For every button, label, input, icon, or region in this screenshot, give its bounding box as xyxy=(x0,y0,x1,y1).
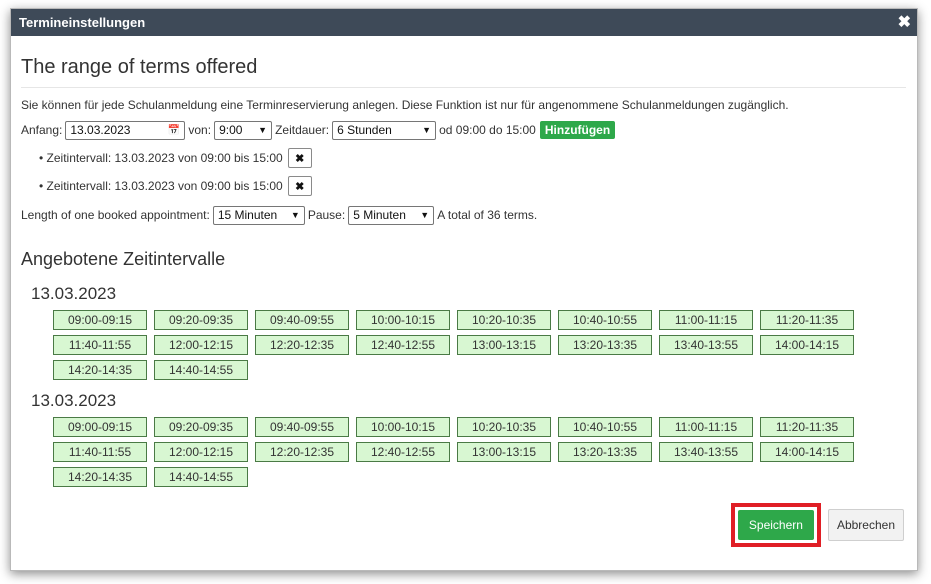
slot-list: 09:00-09:15 09:20-09:35 09:40-09:55 10:00-1… xyxy=(53,310,873,385)
time-slot[interactable]: 09:40-09:55 xyxy=(255,310,349,330)
delete-icon: ✖ xyxy=(295,180,305,193)
chevron-down-icon: ▼ xyxy=(422,125,432,135)
pause-label: Pause: xyxy=(307,208,346,222)
length-label: Length of one booked appointment: xyxy=(21,208,210,222)
time-slot[interactable]: 11:20-11:35 xyxy=(760,310,854,330)
delete-icon: ✖ xyxy=(295,152,305,165)
date-group-heading: 13.03.2023 xyxy=(31,391,117,410)
time-slot[interactable]: 10:20-10:35 xyxy=(457,417,551,437)
time-slot[interactable]: 10:00-10:15 xyxy=(356,417,450,437)
time-slot[interactable]: 14:20-14:35 xyxy=(53,360,147,380)
length-select[interactable]: 15 Minuten ▼ xyxy=(212,205,305,225)
pause-value: 5 Minuten xyxy=(353,208,406,222)
time-slot[interactable]: 14:20-14:35 xyxy=(53,467,147,487)
slot-list: 09:00-09:15 09:20-09:35 09:40-09:55 10:00-1… xyxy=(53,417,873,492)
dialog-content: The range of terms offered Sie können fü… xyxy=(11,36,917,571)
description-text: Sie können für jede Schulanmeldung eine … xyxy=(21,98,789,112)
time-slot[interactable]: 12:40-12:55 xyxy=(356,442,450,462)
calendar-icon[interactable]: 📅 xyxy=(168,125,180,136)
duration-label: Zeitdauer: xyxy=(275,123,330,137)
pause-select[interactable]: 5 Minuten ▼ xyxy=(348,205,435,225)
time-slot[interactable]: 14:40-14:55 xyxy=(154,467,248,487)
chevron-down-icon: ▼ xyxy=(420,210,430,220)
save-highlight: Speichern xyxy=(730,503,821,547)
time-slot[interactable]: 12:00-12:15 xyxy=(154,335,248,355)
time-slot[interactable]: 09:20-09:35 xyxy=(154,417,248,437)
date-group-heading: 13.03.2023 xyxy=(31,284,117,303)
time-slot[interactable]: 10:20-10:35 xyxy=(457,310,551,330)
cancel-button[interactable]: Abbrechen xyxy=(827,509,904,541)
duration-select[interactable]: 6 Stunden ▼ xyxy=(332,120,437,140)
time-slot[interactable]: 12:40-12:55 xyxy=(356,335,450,355)
start-date-input[interactable]: 13.03.2023 📅 xyxy=(65,120,186,140)
time-slot[interactable]: 10:40-10:55 xyxy=(558,310,652,330)
add-interval-button[interactable]: Hinzufügen xyxy=(539,121,616,139)
time-slot[interactable]: 11:20-11:35 xyxy=(760,417,854,437)
save-button[interactable]: Speichern xyxy=(737,510,814,540)
time-slot[interactable]: 12:20-12:35 xyxy=(255,335,349,355)
time-slot[interactable]: 14:00-14:15 xyxy=(760,335,854,355)
close-icon[interactable]: ✖ xyxy=(898,9,911,36)
time-slot[interactable]: 09:00-09:15 xyxy=(53,310,147,330)
chevron-down-icon: ▼ xyxy=(258,125,268,135)
time-slot[interactable]: 09:00-09:15 xyxy=(53,417,147,437)
time-slot[interactable]: 10:00-10:15 xyxy=(356,310,450,330)
time-slot[interactable]: 09:40-09:55 xyxy=(255,417,349,437)
appointment-settings-dialog: Termineinstellungen ✖ The range of terms… xyxy=(10,8,918,571)
time-slot[interactable]: 12:00-12:15 xyxy=(154,442,248,462)
interval-form-row: Anfang: 13.03.2023 📅 von: 9:00 ▼ Zeitdau… xyxy=(21,120,906,140)
range-text: od 09:00 do 15:00 xyxy=(439,123,536,137)
total-terms-text: A total of 36 terms. xyxy=(437,208,538,222)
time-slot[interactable]: 12:20-12:35 xyxy=(255,442,349,462)
delete-interval-button[interactable]: ✖ xyxy=(287,176,312,196)
start-date-value: 13.03.2023 xyxy=(70,123,131,137)
length-value: 15 Minuten xyxy=(217,208,278,222)
dialog-titlebar: Termineinstellungen ✖ xyxy=(11,9,917,36)
time-slot[interactable]: 11:40-11:55 xyxy=(53,442,147,462)
from-time-value: 9:00 xyxy=(219,123,243,137)
dialog-title: Termineinstellungen xyxy=(19,15,146,30)
time-slot[interactable]: 11:00-11:15 xyxy=(659,310,753,330)
from-time-select[interactable]: 9:00 ▼ xyxy=(214,120,273,140)
page-title: The range of terms offered xyxy=(21,36,906,88)
time-slot[interactable]: 13:00-13:15 xyxy=(457,335,551,355)
time-slot[interactable]: 09:20-09:35 xyxy=(154,310,248,330)
time-slot[interactable]: 11:00-11:15 xyxy=(659,417,753,437)
start-label: Anfang: xyxy=(21,123,63,137)
time-slot[interactable]: 14:00-14:15 xyxy=(760,442,854,462)
delete-interval-button[interactable]: ✖ xyxy=(287,148,312,168)
offered-intervals-heading: Angebotene Zeitintervalle xyxy=(21,249,226,269)
time-slot[interactable]: 13:20-13:35 xyxy=(558,335,652,355)
interval-item: • Zeitintervall: 13.03.2023 von 09:00 bi… xyxy=(39,175,906,197)
chevron-down-icon: ▼ xyxy=(290,210,300,220)
time-slot[interactable]: 14:40-14:55 xyxy=(154,360,248,380)
duration-value: 6 Stunden xyxy=(337,123,392,137)
time-slot[interactable]: 13:40-13:55 xyxy=(659,335,753,355)
time-slot[interactable]: 13:00-13:15 xyxy=(457,442,551,462)
dialog-footer: Speichern Abbrechen xyxy=(730,503,904,547)
appointment-settings-row: Length of one booked appointment: 15 Min… xyxy=(21,205,906,225)
interval-text: • Zeitintervall: 13.03.2023 von 09:00 bi… xyxy=(39,179,283,193)
time-slot[interactable]: 13:20-13:35 xyxy=(558,442,652,462)
time-slot[interactable]: 10:40-10:55 xyxy=(558,417,652,437)
interval-item: • Zeitintervall: 13.03.2023 von 09:00 bi… xyxy=(39,147,906,169)
interval-text: • Zeitintervall: 13.03.2023 von 09:00 bi… xyxy=(39,151,283,165)
time-slot[interactable]: 13:40-13:55 xyxy=(659,442,753,462)
time-slot[interactable]: 11:40-11:55 xyxy=(53,335,147,355)
from-label: von: xyxy=(188,123,212,137)
